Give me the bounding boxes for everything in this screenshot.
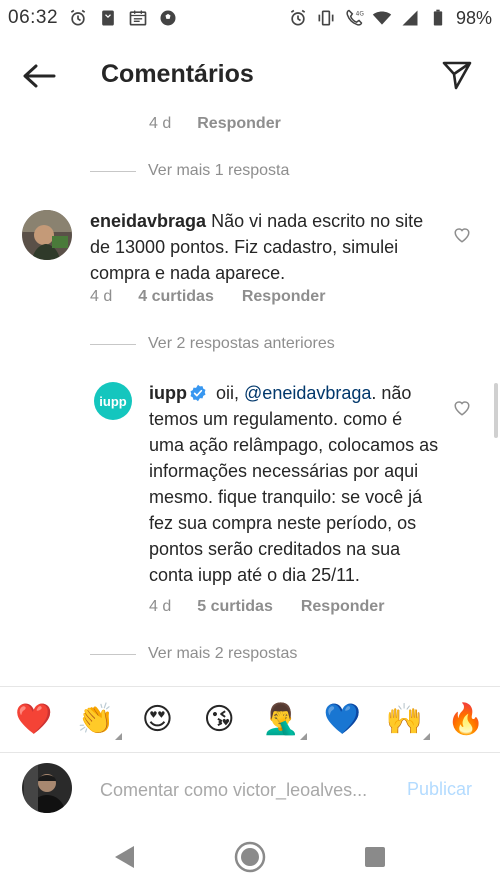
reply-text-before: oii, <box>216 383 245 403</box>
paper-plane-icon <box>442 61 472 90</box>
vibrate-icon <box>316 8 336 28</box>
user-photo <box>22 210 72 260</box>
comment-time: 4 d <box>90 288 113 305</box>
divider-line <box>90 653 136 655</box>
comment-meta-row: 4 d 4 curtidas Responder <box>90 288 325 306</box>
page-title: Comentários <box>101 60 254 88</box>
publish-button[interactable]: Publicar <box>407 779 472 800</box>
signal-icon <box>400 8 420 28</box>
square-recents-icon <box>365 847 385 867</box>
view-more-replies-button[interactable]: Ver mais 2 respostas <box>90 645 297 663</box>
share-direct-button[interactable] <box>438 56 476 94</box>
header: Comentários <box>0 44 500 108</box>
emoji-quick-bar: ❤️ 👏 😍 😘 🤦‍♂️ 💙 🙌 🔥 <box>0 692 500 748</box>
soccer-ball-icon <box>158 8 178 28</box>
mention-link[interactable]: @eneidavbraga <box>244 383 371 403</box>
likes-count[interactable]: 4 curtidas <box>138 288 214 306</box>
emoji-fire[interactable]: 🔥 <box>446 700 486 740</box>
divider <box>0 686 500 687</box>
skin-tone-indicator <box>114 733 122 740</box>
battery-percentage: 98% <box>455 7 492 28</box>
reply-meta-row: 4 d 5 curtidas Responder <box>149 598 384 616</box>
comment-composer: Publicar <box>0 758 500 820</box>
svg-text:4G: 4G <box>356 12 364 18</box>
scrollbar[interactable] <box>494 383 498 438</box>
comment-input[interactable] <box>100 776 390 804</box>
emoji-clapping-hands[interactable]: 👏 <box>76 700 122 740</box>
likes-count[interactable]: 5 curtidas <box>197 598 273 616</box>
emoji-red-heart[interactable]: ❤️ <box>14 700 54 740</box>
divider <box>0 752 500 753</box>
comment-body: eneidavbraga Não vi nada escrito no site… <box>90 208 430 286</box>
skin-tone-indicator <box>299 733 307 740</box>
reply-username[interactable]: iupp <box>149 383 187 403</box>
view-previous-replies-label: Ver 2 respostas anteriores <box>148 335 335 352</box>
reply-time: 4 d <box>149 598 172 615</box>
circle-home-icon <box>234 841 266 873</box>
nav-back-button[interactable] <box>112 844 136 875</box>
emoji-kiss-face[interactable]: 😘 <box>199 700 239 740</box>
phone-message-icon <box>98 8 118 28</box>
status-time: 06:32 <box>8 7 59 28</box>
status-bar: 06:32 4G 98% <box>0 0 500 36</box>
wifi-icon <box>372 8 392 28</box>
divider-line <box>90 343 136 345</box>
nav-recents-button[interactable] <box>364 846 386 873</box>
comment-username[interactable]: eneidavbraga <box>90 211 206 231</box>
triangle-back-icon <box>115 846 134 868</box>
reply-button[interactable]: Responder <box>197 115 281 133</box>
user-photo <box>22 763 72 813</box>
calendar-icon <box>128 8 148 28</box>
arrow-left-icon <box>23 64 56 88</box>
reply-button[interactable]: Responder <box>242 288 326 306</box>
volte-call-icon: 4G <box>344 8 364 28</box>
reply-text: . não temos um regulamento. como é uma a… <box>149 383 439 585</box>
emoji-blue-heart[interactable]: 💙 <box>323 700 363 740</box>
comment-meta-row: 4 d Responder <box>149 115 281 133</box>
avatar[interactable] <box>22 210 72 260</box>
heart-outline-icon <box>454 228 470 243</box>
view-previous-replies-button[interactable]: Ver 2 respostas anteriores <box>90 335 335 353</box>
verified-badge-icon <box>190 384 206 402</box>
avatar-iupp[interactable]: iupp <box>94 382 132 420</box>
divider-line <box>90 170 136 172</box>
system-nav-bar <box>0 828 500 889</box>
emoji-facepalm[interactable]: 🤦‍♂️ <box>261 700 307 740</box>
battery-icon <box>428 8 448 28</box>
comment-time: 4 d <box>149 115 172 132</box>
reply-button[interactable]: Responder <box>301 598 385 616</box>
skin-tone-indicator <box>423 733 431 740</box>
heart-outline-icon <box>454 401 470 416</box>
alarm-icon <box>288 8 308 28</box>
like-comment-button[interactable] <box>451 224 473 246</box>
nav-home-button[interactable] <box>233 840 267 879</box>
current-user-avatar <box>22 763 72 813</box>
view-more-replies-button[interactable]: Ver mais 1 resposta <box>90 162 289 180</box>
view-more-replies-label: Ver mais 1 resposta <box>148 162 290 179</box>
iupp-logo-text: iupp <box>99 393 127 409</box>
view-more-replies-label: Ver mais 2 respostas <box>148 645 298 662</box>
emoji-heart-eyes[interactable]: 😍 <box>137 700 177 740</box>
emoji-raising-hands[interactable]: 🙌 <box>384 700 431 740</box>
alarm-icon <box>68 8 88 28</box>
like-reply-button[interactable] <box>451 397 473 419</box>
back-button[interactable] <box>20 58 58 94</box>
reply-body: iupp oii, @eneidavbraga. não temos um re… <box>149 380 439 588</box>
